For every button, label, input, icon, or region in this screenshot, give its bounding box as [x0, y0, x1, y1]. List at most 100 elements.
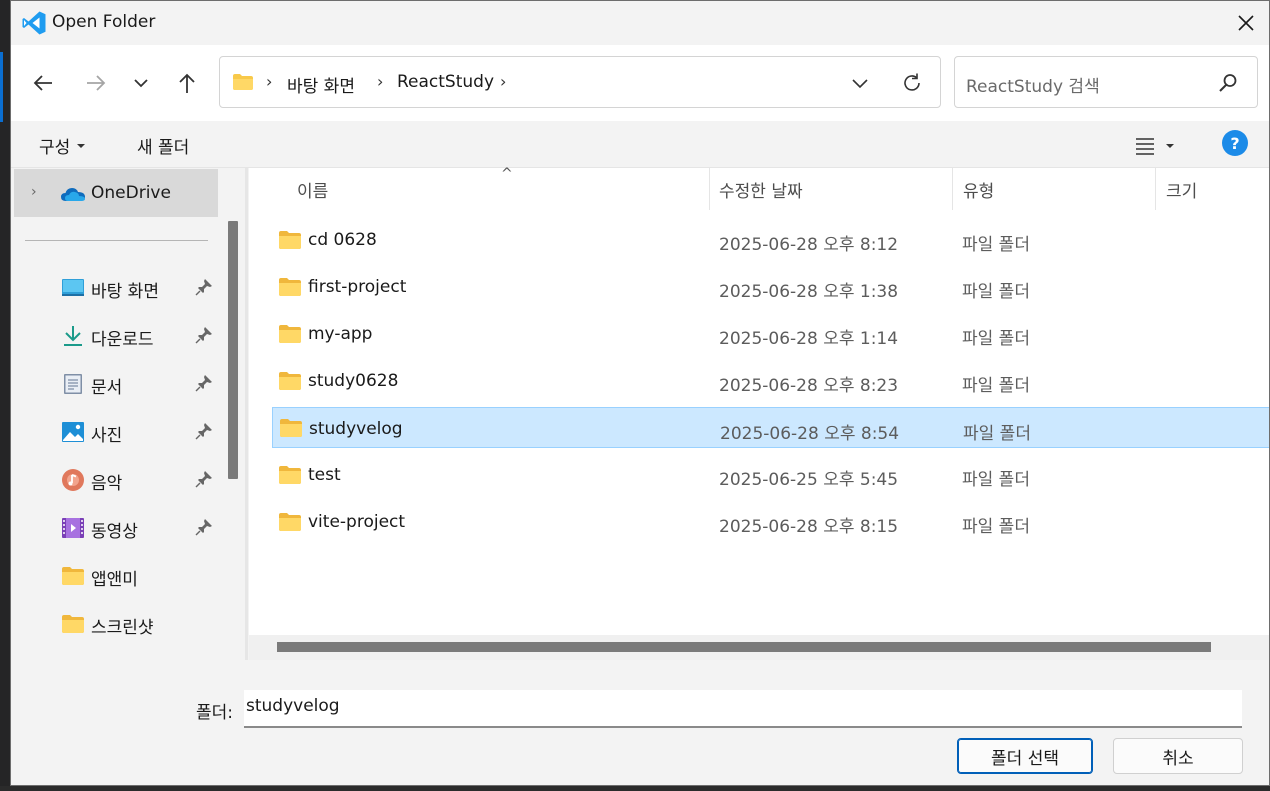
sidebar-item-appnme[interactable]: 앱앤미 [11, 554, 219, 598]
pin-icon[interactable] [195, 326, 213, 344]
breadcrumb-desktop[interactable]: 바탕 화면 [287, 72, 355, 97]
sidebar-scrollbar-thumb[interactable] [228, 221, 238, 479]
sidebar-item-desktop[interactable]: 바탕 화면 [11, 266, 219, 310]
horizontal-scrollbar-thumb[interactable] [277, 642, 1211, 652]
file-type: 파일 폴더 [962, 517, 1030, 537]
sidebar-item-label: OneDrive [91, 183, 171, 203]
download-icon [64, 326, 82, 346]
caret-down-icon [77, 143, 86, 148]
column-header-date[interactable]: 수정한 날짜 [719, 177, 803, 202]
sidebar-item-screenshots[interactable]: 스크린샷 [11, 602, 219, 646]
sidebar-item-label: 문서 [91, 378, 123, 398]
background-bottom-strip [0, 786, 1270, 791]
sidebar-item-documents[interactable]: 문서 [11, 362, 219, 406]
sidebar-item-onedrive[interactable]: › OneDrive [14, 169, 218, 217]
pictures-icon [62, 422, 84, 442]
help-icon: ? [1230, 133, 1240, 153]
pane-splitter[interactable] [245, 168, 248, 660]
pin-icon[interactable] [195, 518, 213, 536]
close-icon [1238, 15, 1254, 31]
expand-chevron-icon[interactable]: › [31, 184, 37, 200]
file-row[interactable]: first-project 2025-06-28 오후 1:38 파일 폴더 [272, 268, 1269, 308]
navigation-pane: › OneDrive 바탕 화면 다운로드 문서 사진 음악 동영상 앱앤미 스… [11, 168, 219, 660]
pin-icon[interactable] [195, 278, 213, 296]
address-history-button[interactable] [846, 69, 874, 97]
folder-icon [279, 231, 301, 249]
file-date: 2025-06-28 오후 8:12 [719, 235, 899, 255]
view-options-button[interactable] [1135, 133, 1187, 159]
close-button[interactable] [1223, 1, 1269, 45]
background-activity-indicator [0, 52, 3, 122]
folder-icon [280, 419, 302, 437]
file-name: test [308, 465, 341, 485]
pin-icon[interactable] [195, 374, 213, 392]
file-type: 파일 폴더 [962, 470, 1030, 490]
chevron-down-icon [134, 79, 148, 88]
file-date: 2025-06-25 오후 5:45 [719, 470, 899, 490]
window-title: Open Folder [52, 12, 156, 32]
column-header-name[interactable]: 이름 [297, 177, 328, 202]
videos-icon [62, 518, 84, 538]
folder-icon [279, 325, 301, 343]
file-row[interactable]: test 2025-06-25 오후 5:45 파일 폴더 [272, 456, 1269, 496]
music-icon [62, 469, 84, 491]
folder-name-field[interactable] [244, 690, 1242, 728]
navigation-bar: › 바탕 화면 › ReactStudy › ReactStudy 검색 [11, 45, 1269, 121]
organize-button[interactable]: 구성 [39, 133, 86, 158]
pin-icon[interactable] [195, 422, 213, 440]
file-date: 2025-06-28 오후 1:38 [719, 282, 899, 302]
arrow-left-icon [33, 75, 52, 91]
back-button[interactable] [23, 63, 63, 103]
column-header-type[interactable]: 유형 [963, 177, 994, 202]
cancel-button[interactable]: 취소 [1113, 738, 1243, 774]
forward-button[interactable] [76, 63, 116, 103]
column-divider[interactable] [952, 168, 953, 210]
file-row[interactable]: my-app 2025-06-28 오후 1:14 파일 폴더 [272, 315, 1269, 355]
breadcrumb-separator[interactable]: › [266, 72, 272, 91]
file-row[interactable]: cd 0628 2025-06-28 오후 8:12 파일 폴더 [272, 221, 1269, 261]
folder-icon [279, 372, 301, 390]
pin-icon[interactable] [195, 470, 213, 488]
vscode-logo-icon [22, 11, 46, 35]
search-placeholder: ReactStudy 검색 [966, 77, 1100, 97]
document-icon [64, 374, 82, 394]
help-button[interactable]: ? [1222, 130, 1248, 156]
breadcrumb-reactstudy[interactable]: ReactStudy [397, 72, 494, 92]
file-name: cd 0628 [308, 230, 377, 250]
breadcrumb-separator[interactable]: › [500, 72, 506, 91]
file-name: study0628 [308, 371, 399, 391]
title-bar: Open Folder [11, 1, 1269, 45]
column-divider[interactable] [709, 168, 710, 210]
dialog-footer: 폴더: 폴더 선택 취소 [11, 660, 1269, 785]
file-name: first-project [308, 277, 407, 297]
breadcrumb-separator[interactable]: › [377, 72, 383, 91]
refresh-button[interactable] [898, 69, 926, 97]
search-icon [1219, 74, 1237, 92]
file-date: 2025-06-28 오후 1:14 [719, 329, 899, 349]
file-name: vite-project [308, 512, 406, 532]
sidebar-item-label: 다운로드 [91, 330, 154, 350]
file-row[interactable]: vite-project 2025-06-28 오후 8:15 파일 폴더 [272, 503, 1269, 543]
file-row-selected[interactable]: studyvelog 2025-06-28 오후 8:54 파일 폴더 [272, 407, 1269, 448]
new-folder-button[interactable]: 새 폴더 [137, 133, 189, 158]
file-date: 2025-06-28 오후 8:23 [719, 376, 899, 396]
column-divider[interactable] [1155, 168, 1156, 210]
search-input[interactable]: ReactStudy 검색 [954, 56, 1258, 108]
file-type: 파일 폴더 [962, 282, 1030, 302]
file-row[interactable]: study0628 2025-06-28 오후 8:23 파일 폴더 [272, 362, 1269, 402]
up-button[interactable] [167, 63, 207, 103]
sidebar-item-label: 스크린샷 [91, 618, 154, 638]
sidebar-item-downloads[interactable]: 다운로드 [11, 314, 219, 358]
file-type: 파일 폴더 [963, 424, 1031, 444]
column-header-size[interactable]: 크기 [1166, 177, 1197, 202]
recent-locations-button[interactable] [121, 63, 161, 103]
organize-label: 구성 [39, 138, 71, 158]
sidebar-item-videos[interactable]: 동영상 [11, 506, 219, 550]
sidebar-item-pictures[interactable]: 사진 [11, 410, 219, 454]
arrow-right-icon [87, 75, 106, 91]
select-folder-button[interactable]: 폴더 선택 [957, 738, 1093, 774]
address-bar[interactable]: › 바탕 화면 › ReactStudy › [219, 56, 941, 108]
open-folder-dialog: Open Folder › 바탕 화면 › ReactStudy › React… [10, 0, 1270, 786]
folder-icon [279, 466, 301, 484]
sidebar-item-music[interactable]: 음악 [11, 458, 219, 502]
